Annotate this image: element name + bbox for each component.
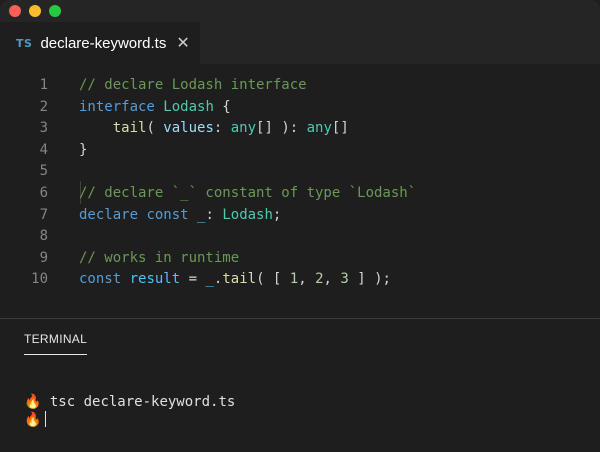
line-number: 6 bbox=[39, 185, 48, 201]
line-number: 9 bbox=[39, 249, 48, 266]
code-token: = bbox=[180, 271, 206, 288]
code-token: ( bbox=[146, 120, 164, 137]
code-line[interactable]: 4} bbox=[0, 140, 600, 162]
tab-terminal[interactable]: TERMINAL bbox=[24, 332, 87, 346]
code-line[interactable]: 7 declare const _: Lodash; bbox=[0, 205, 600, 227]
tab-bar: TS declare-keyword.ts ✕ bbox=[0, 22, 600, 64]
close-tab-icon[interactable]: ✕ bbox=[176, 35, 189, 51]
terminal-command: tsc declare-keyword.ts bbox=[49, 394, 236, 410]
title-bar bbox=[0, 0, 600, 22]
code-token: { bbox=[213, 98, 231, 115]
code-token: 3 bbox=[340, 271, 349, 288]
code-line[interactable]: 9 // works in runtime bbox=[0, 248, 600, 270]
code-token: tail bbox=[112, 120, 147, 137]
code-text: } bbox=[79, 140, 87, 162]
code-token: Lodash bbox=[163, 98, 214, 115]
bottom-panel: TERMINAL 🔥 tsc declare-keyword.ts 🔥 bbox=[0, 319, 600, 452]
code-line[interactable]: 5 bbox=[0, 161, 600, 183]
code-line[interactable]: 1 // declare Lodash interface bbox=[0, 75, 600, 97]
fire-prompt-icon: 🔥 bbox=[24, 412, 42, 428]
code-line[interactable]: 3 tail( values: any[] ): any[] bbox=[0, 118, 600, 140]
typescript-file-icon: TS bbox=[16, 36, 33, 50]
code-token: ( [ bbox=[256, 271, 290, 288]
code-token: interface bbox=[79, 98, 155, 115]
line-number: 10 bbox=[31, 271, 48, 288]
code-token: const bbox=[146, 206, 189, 223]
code-token: 1 bbox=[289, 271, 299, 288]
code-token: : bbox=[205, 206, 223, 223]
code-token: } bbox=[79, 141, 88, 158]
line-number: 3 bbox=[39, 120, 48, 137]
code-token: // declare `_` constant of type `Lodash` bbox=[79, 185, 417, 201]
code-line[interactable]: 6 // declare `_` constant of type `Lodash… bbox=[0, 183, 600, 205]
code-token: declare bbox=[79, 206, 139, 223]
code-token: ] ); bbox=[348, 271, 391, 288]
line-number: 1 bbox=[39, 77, 48, 93]
code-token: const bbox=[79, 271, 122, 288]
line-number: 5 bbox=[39, 163, 48, 180]
close-window-button[interactable] bbox=[9, 5, 21, 17]
code-text: // declare `_` constant of type `Lodash` bbox=[79, 183, 416, 205]
code-text: tail( values: any[] ): any[] bbox=[79, 118, 349, 140]
terminal-input-line[interactable]: 🔥 bbox=[24, 410, 47, 430]
fire-prompt-icon: 🔥 bbox=[24, 394, 42, 410]
code-text: declare const _: Lodash; bbox=[79, 205, 281, 227]
code-text: // works in runtime bbox=[79, 248, 239, 270]
maximize-window-button[interactable] bbox=[49, 5, 61, 17]
line-number: 8 bbox=[39, 228, 48, 245]
line-number: 7 bbox=[39, 206, 48, 223]
code-token: // works in runtime bbox=[79, 249, 240, 266]
code-token: tail bbox=[222, 271, 257, 288]
minimize-window-button[interactable] bbox=[29, 5, 41, 17]
code-token: ; bbox=[272, 206, 282, 223]
code-text: // declare Lodash interface bbox=[79, 75, 307, 97]
code-token: [] bbox=[331, 120, 349, 137]
terminal-line: 🔥 tsc declare-keyword.ts bbox=[24, 392, 235, 412]
tab-filename: declare-keyword.ts bbox=[40, 34, 167, 52]
code-text: interface Lodash { bbox=[79, 97, 231, 119]
code-token: , bbox=[323, 271, 341, 288]
code-token: , bbox=[298, 271, 316, 288]
code-token: any bbox=[306, 120, 332, 137]
terminal-cursor bbox=[45, 411, 47, 427]
code-token: any bbox=[230, 120, 257, 137]
editor-window: TS declare-keyword.ts ✕ 1 // declare Loda… bbox=[0, 0, 600, 452]
active-tab-underline bbox=[24, 354, 87, 355]
code-text: const result = _.tail( [ 1, 2, 3 ] ); bbox=[79, 269, 391, 291]
code-token: // declare Lodash interface bbox=[79, 77, 307, 93]
code-token: _ bbox=[205, 271, 214, 288]
code-token: [] ): bbox=[256, 120, 307, 137]
code-line[interactable]: 8 bbox=[0, 226, 600, 248]
code-token: : bbox=[213, 120, 231, 137]
line-number: 2 bbox=[39, 98, 48, 115]
tab-declare-keyword[interactable]: TS declare-keyword.ts ✕ bbox=[0, 22, 200, 64]
code-token: result bbox=[129, 271, 181, 288]
code-token: 2 bbox=[315, 271, 324, 288]
code-token: values bbox=[163, 120, 214, 137]
code-line[interactable]: 2 interface Lodash { bbox=[0, 97, 600, 119]
code-editor[interactable]: 1 // declare Lodash interface 2 interface L… bbox=[0, 64, 600, 318]
code-line[interactable]: 10 const result = _.tail( [ 1, 2, 3 ] ); bbox=[0, 269, 600, 291]
line-number: 4 bbox=[39, 141, 48, 158]
code-token: Lodash bbox=[222, 206, 273, 223]
